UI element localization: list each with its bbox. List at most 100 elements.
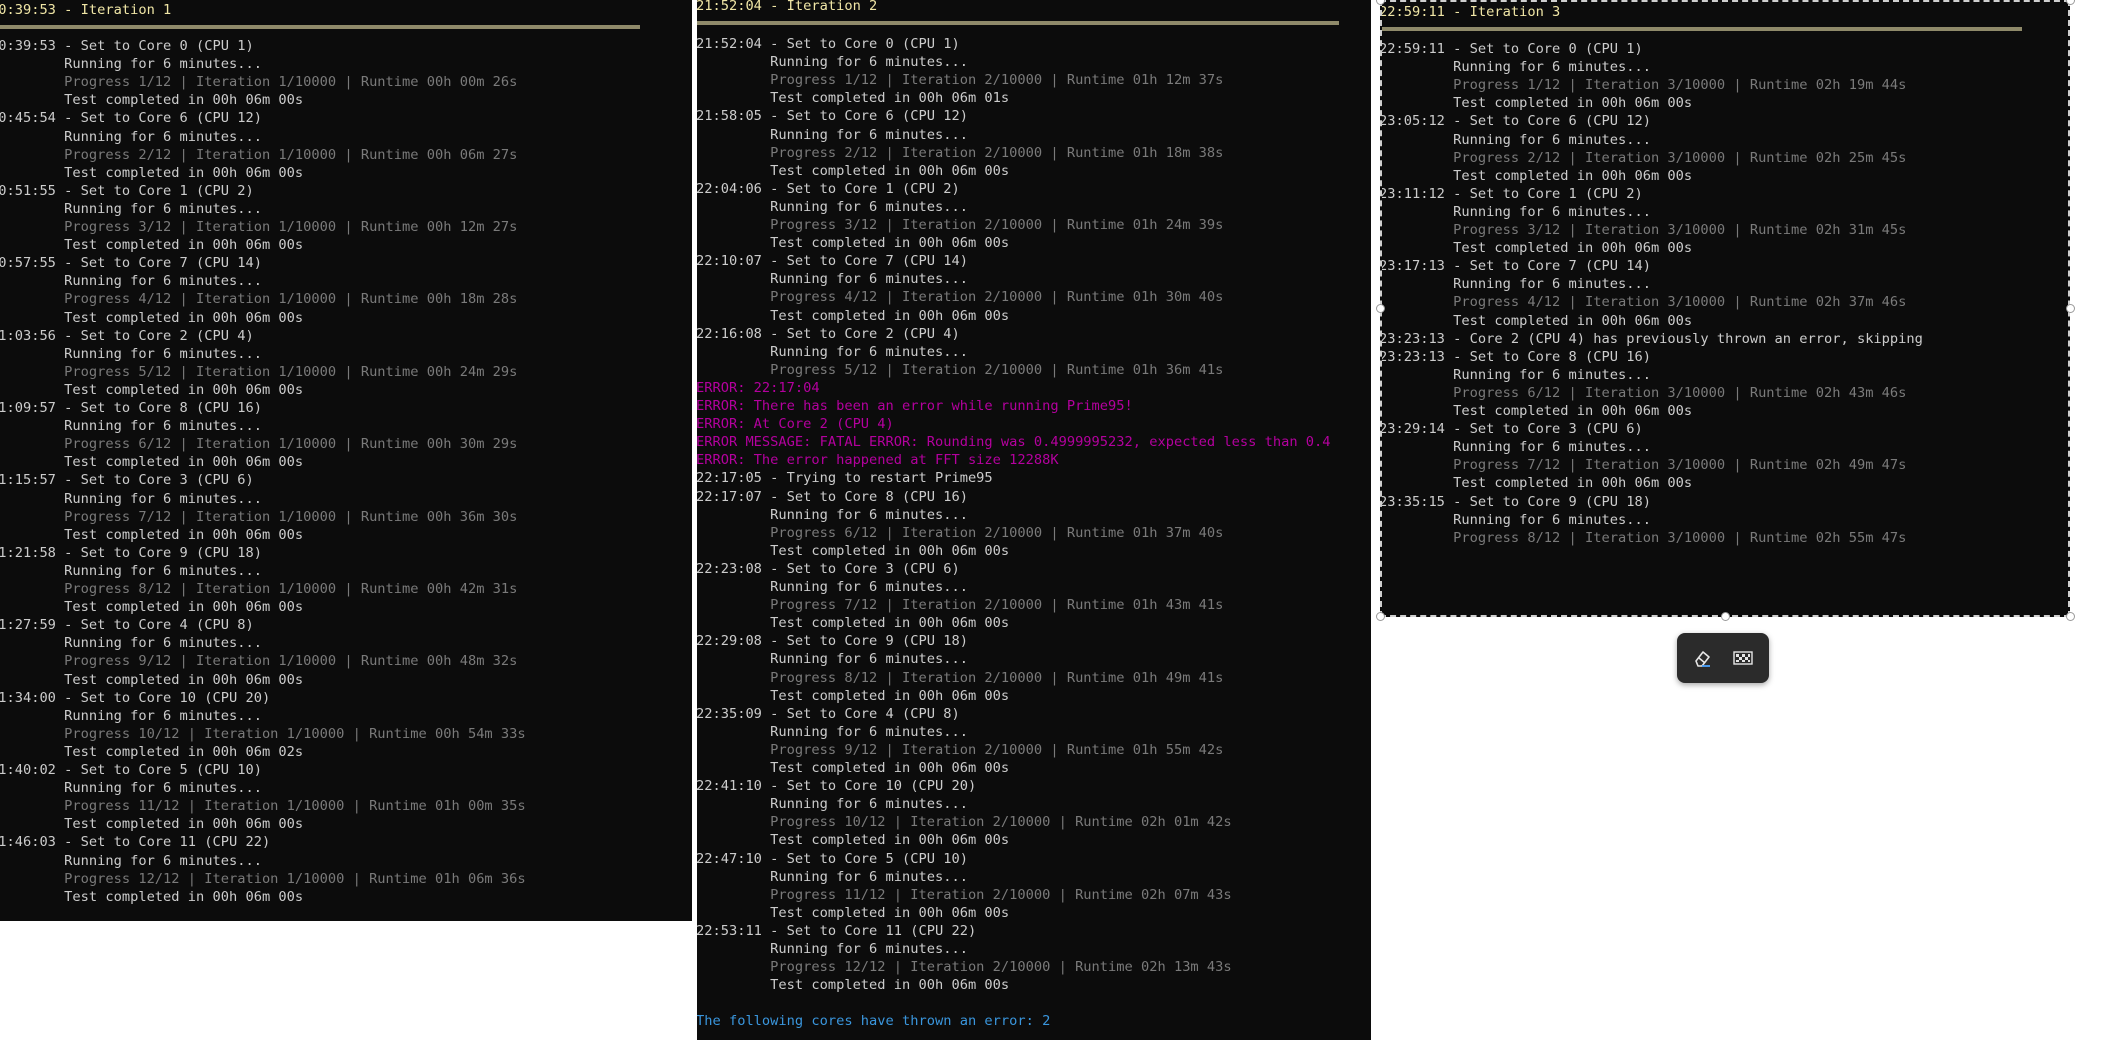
progress-line: Progress 3/12 | Iteration 2/10000 | Runt… (697, 217, 1224, 233)
log-line: Test completed in 00h 06m 00s (0, 672, 304, 688)
log-line: Test completed in 00h 06m 00s (0, 454, 304, 470)
progress-line: Progress 9/12 | Iteration 1/10000 | Runt… (0, 653, 518, 669)
log-line: Running for 6 minutes... (0, 635, 262, 651)
log-line: Running for 6 minutes... (1380, 59, 1651, 75)
progress-line: Progress 8/12 | Iteration 2/10000 | Runt… (697, 670, 1224, 686)
log-line: Test completed in 00h 06m 00s (0, 599, 304, 615)
progress-line: Progress 12/12 | Iteration 2/10000 | Run… (697, 959, 1232, 975)
log-line: 21:21:58 - Set to Core 9 (CPU 18) (0, 545, 262, 561)
progress-line: Progress 9/12 | Iteration 2/10000 | Runt… (697, 742, 1224, 758)
log-line: Test completed in 00h 06m 00s (697, 543, 1010, 559)
error-line: ERROR: At Core 2 (CPU 4) (697, 416, 894, 432)
pixelate-button[interactable] (1726, 641, 1760, 675)
log-line: 21:52:04 - Set to Core 0 (CPU 1) (697, 36, 960, 52)
log-line: 21:27:59 - Set to Core 4 (CPU 8) (0, 617, 254, 633)
log-line: Running for 6 minutes... (1380, 276, 1651, 292)
log-line: 23:23:13 - Core 2 (CPU 4) has previously… (1380, 331, 1923, 347)
log-line: Running for 6 minutes... (0, 853, 262, 869)
log-line: Test completed in 00h 06m 00s (0, 889, 304, 905)
progress-line: Progress 2/12 | Iteration 1/10000 | Runt… (0, 147, 518, 163)
log-line: Running for 6 minutes... (697, 344, 968, 360)
progress-line: Progress 7/12 | Iteration 3/10000 | Runt… (1380, 457, 1907, 473)
log-line: 21:40:02 - Set to Core 5 (CPU 10) (0, 762, 262, 778)
log-line: 23:29:14 - Set to Core 3 (CPU 6) (1380, 421, 1643, 437)
summary-line: The following cores have thrown an error… (697, 1013, 1051, 1029)
log-line: 22:53:11 - Set to Core 11 (CPU 22) (697, 923, 977, 939)
log-line: Test completed in 00h 06m 00s (697, 977, 1010, 993)
selection-handle-top-right[interactable] (2066, 0, 2075, 5)
progress-line: Progress 5/12 | Iteration 1/10000 | Runt… (0, 364, 518, 380)
log-line: 20:45:54 - Set to Core 6 (CPU 12) (0, 110, 262, 126)
log-line: Test completed in 00h 06m 00s (1380, 95, 1693, 111)
progress-line: Progress 5/12 | Iteration 2/10000 | Runt… (697, 362, 1224, 378)
log-line: Running for 6 minutes... (697, 651, 968, 667)
log-line: 21:09:57 - Set to Core 8 (CPU 16) (0, 400, 262, 416)
log-line: Test completed in 00h 06m 00s (697, 235, 1010, 251)
log-line: 22:16:08 - Set to Core 2 (CPU 4) (697, 326, 960, 342)
annotation-toolbar (1677, 633, 1769, 683)
log-line: 21:58:05 - Set to Core 6 (CPU 12) (697, 108, 968, 124)
selection-handle-bottom-center[interactable] (1721, 612, 1730, 621)
log-line: Running for 6 minutes... (1380, 439, 1651, 455)
progress-line: Progress 6/12 | Iteration 2/10000 | Runt… (697, 525, 1224, 541)
iteration-header: 21:52:04 - Iteration 2 (697, 0, 878, 14)
selection-handle-bottom-left[interactable] (1376, 612, 1385, 621)
log-line: Test completed in 00h 06m 00s (0, 165, 304, 181)
header-divider (697, 21, 1339, 25)
selection-handle-mid-right[interactable] (2066, 304, 2075, 313)
log-line: Running for 6 minutes... (697, 127, 968, 143)
log-line: Test completed in 00h 06m 00s (697, 905, 1010, 921)
log-line: Test completed in 00h 06m 00s (0, 92, 304, 108)
progress-line: Progress 7/12 | Iteration 2/10000 | Runt… (697, 597, 1224, 613)
selection-handle-mid-left[interactable] (1376, 304, 1385, 313)
log-line: Test completed in 00h 06m 02s (0, 744, 304, 760)
progress-line: Progress 2/12 | Iteration 3/10000 | Runt… (1380, 150, 1907, 166)
iteration-header: 20:39:53 - Iteration 1 (0, 2, 172, 18)
log-line: Test completed in 00h 06m 00s (697, 760, 1010, 776)
terminal-panel-iteration-3-selection[interactable]: 22:59:11 - Iteration 3 22:59:11 - Set to … (1380, 0, 2070, 617)
log-line: Test completed in 00h 06m 00s (1380, 240, 1693, 256)
log-line: 22:04:06 - Set to Core 1 (CPU 2) (697, 181, 960, 197)
log-line: 21:46:03 - Set to Core 11 (CPU 22) (0, 834, 271, 850)
log-line: Test completed in 00h 06m 00s (0, 237, 304, 253)
log-line: Test completed in 00h 06m 00s (697, 688, 1010, 704)
log-line: 23:17:13 - Set to Core 7 (CPU 14) (1380, 258, 1651, 274)
log-line: Test completed in 00h 06m 00s (1380, 313, 1693, 329)
log-line: 21:34:00 - Set to Core 10 (CPU 20) (0, 690, 271, 706)
log-line: Running for 6 minutes... (0, 273, 262, 289)
log-line: Running for 6 minutes... (697, 199, 968, 215)
log-line: Test completed in 00h 06m 00s (1380, 475, 1693, 491)
error-line: ERROR: The error happened at FFT size 12… (697, 452, 1059, 468)
log-line: 22:23:08 - Set to Core 3 (CPU 6) (697, 561, 960, 577)
pixelate-icon (1733, 651, 1753, 665)
log-line: Test completed in 00h 06m 00s (0, 310, 304, 326)
log-line: Running for 6 minutes... (697, 54, 968, 70)
log-line: 22:29:08 - Set to Core 9 (CPU 18) (697, 633, 968, 649)
progress-line: Progress 4/12 | Iteration 3/10000 | Runt… (1380, 294, 1907, 310)
log-line: Running for 6 minutes... (1380, 132, 1651, 148)
log-line: Test completed in 00h 06m 00s (0, 816, 304, 832)
progress-line: Progress 4/12 | Iteration 1/10000 | Runt… (0, 291, 518, 307)
log-line: Running for 6 minutes... (1380, 512, 1651, 528)
log-line: Test completed in 00h 06m 00s (697, 615, 1010, 631)
progress-line: Progress 4/12 | Iteration 2/10000 | Runt… (697, 289, 1224, 305)
terminal-panel-iteration-1: 20:39:53 - Iteration 1 20:39:53 - Set to … (0, 0, 692, 921)
log-line: Running for 6 minutes... (697, 796, 968, 812)
log-line: 20:39:53 - Set to Core 0 (CPU 1) (0, 38, 254, 54)
log-line: Running for 6 minutes... (0, 780, 262, 796)
log-line: Running for 6 minutes... (1380, 204, 1651, 220)
log-line: 22:35:09 - Set to Core 4 (CPU 8) (697, 706, 960, 722)
progress-line: Progress 6/12 | Iteration 3/10000 | Runt… (1380, 385, 1907, 401)
eraser-button[interactable] (1686, 641, 1720, 675)
progress-line: Progress 1/12 | Iteration 3/10000 | Runt… (1380, 77, 1907, 93)
progress-line: Progress 3/12 | Iteration 1/10000 | Runt… (0, 219, 518, 235)
selection-handle-bottom-right[interactable] (2066, 612, 2075, 621)
eraser-icon (1695, 651, 1710, 667)
log-line: Running for 6 minutes... (697, 941, 968, 957)
log-line: Test completed in 00h 06m 00s (1380, 403, 1693, 419)
iteration-header: 22:59:11 - Iteration 3 (1380, 4, 1561, 20)
log-line: 22:41:10 - Set to Core 10 (CPU 20) (697, 778, 977, 794)
log-line: 22:17:07 - Set to Core 8 (CPU 16) (697, 489, 968, 505)
progress-line: Progress 12/12 | Iteration 1/10000 | Run… (0, 871, 526, 887)
log-line: Running for 6 minutes... (697, 271, 968, 287)
